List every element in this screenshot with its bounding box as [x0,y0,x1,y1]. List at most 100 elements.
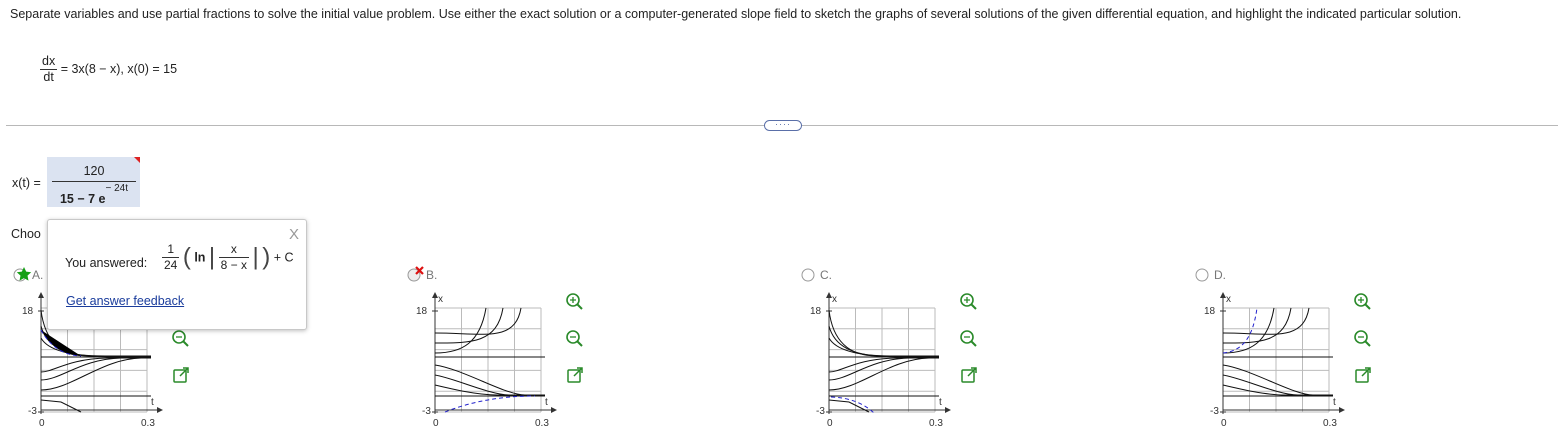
zoom-in-plus [964,297,970,303]
zoom-out-icon[interactable] [566,330,583,347]
curve-above [434,307,522,335]
zoom-out-handle [1364,340,1371,347]
zoom-in-plus [570,297,576,303]
highlighted-solution [40,329,82,357]
curve-between [828,357,939,381]
zoom-out-icon[interactable] [960,330,977,347]
option-letter: B. [426,268,437,282]
inner-numerator: x [218,242,249,258]
curve-between [434,364,545,396]
zoom-out-icon[interactable] [1354,330,1371,347]
curve-above [434,307,487,354]
zoom-out-handle [970,340,977,347]
x-axis-arrow [1339,407,1345,413]
coef-fraction: 1 24 [162,242,180,273]
submitted-expression: 1 24 ( ln | x 8 − x | ) + C [162,242,294,273]
x-tick-label-left: 0 [827,418,833,429]
popout-icon[interactable] [961,367,977,383]
x-axis-label: t [1333,397,1336,408]
answer-feedback-link[interactable]: Get answer feedback [66,294,184,308]
curve-between [1222,374,1333,396]
y-axis-label: x [832,294,837,305]
curve-between [828,357,939,391]
curve-above [1222,307,1275,354]
option-radio[interactable] [801,268,815,282]
y-tick-label-bottom: -3 [28,406,37,417]
popout-arrow [179,367,189,377]
y-tick-label-bottom: -3 [1210,406,1219,417]
zoom-in-handle [1364,303,1371,310]
y-tick-label-bottom: -3 [816,406,825,417]
inner-denominator: 8 − x [220,258,247,272]
solution-curves [1222,307,1333,397]
curve-above [434,307,504,344]
coef-numerator: 1 [162,242,180,258]
abs-left: | [208,243,216,271]
option-letter: D. [1214,268,1226,282]
zoom-in-icon[interactable] [960,293,977,310]
curve-between [1222,364,1333,396]
y-axis-arrow [38,292,44,298]
solution-curves [828,309,939,413]
y-tick-label-top: 18 [22,306,34,317]
zoom-out-handle [576,340,583,347]
popout-icon[interactable] [1355,367,1371,383]
curve-between [40,357,151,381]
x-axis-label: t [545,397,548,408]
plus-c: + C [273,250,294,265]
curve-above [828,325,939,357]
zoom-in-handle [970,303,977,310]
ln-label: ln [194,250,206,265]
popout-icon[interactable] [567,367,583,383]
x-tick-label-left: 0 [39,418,45,429]
x-axis-label: t [151,397,154,408]
zoom-in-handle [576,303,583,310]
right-paren: ) [262,243,271,271]
zoom-in-icon[interactable] [1354,293,1371,310]
x-axis-arrow [945,407,951,413]
popout-icon[interactable] [173,367,189,383]
coef-denominator: 24 [164,258,178,272]
zoom-out-icon[interactable] [172,330,189,347]
graph-option-3: 18 -30 0.3 t x D. [1195,268,1371,429]
curve-above [1222,307,1292,344]
abs-right: | [252,243,259,271]
y-axis-label: x [1226,294,1231,305]
y-axis-label: x [438,294,443,305]
zoom-out-handle [182,340,189,347]
graph-option-2: 18 -30 0.3 t x C. [801,268,977,429]
close-icon[interactable]: X [289,226,299,243]
popout-arrow [967,367,977,377]
curve-between [434,384,545,396]
curve-between [434,374,545,396]
y-tick-label-top: 18 [416,306,428,317]
option-letter: C. [820,268,832,282]
popout-arrow [573,367,583,377]
x-tick-label-right: 0.3 [929,418,943,429]
graph-option-1: 18 -30 0.3 t x B. [407,266,583,429]
curve-between [40,357,151,391]
inner-fraction: x 8 − x [218,242,249,273]
x-axis-arrow [551,407,557,413]
solution-curves [434,307,545,397]
curve-between [1222,384,1333,396]
you-answered-label: You answered: [65,256,148,270]
feedback-popup: X You answered: 1 24 ( ln | x 8 − x | ) … [47,219,307,330]
x-tick-label-left: 0 [1221,418,1227,429]
x-tick-label-right: 0.3 [1323,418,1337,429]
zoom-in-plus [1358,297,1364,303]
left-paren: ( [182,243,191,271]
y-tick-label-top: 18 [1204,306,1216,317]
x-tick-label-right: 0.3 [141,418,155,429]
curve-above [828,337,939,357]
y-tick-label-bottom: -3 [422,406,431,417]
x-axis-arrow [157,407,163,413]
x-tick-label-right: 0.3 [535,418,549,429]
option-radio[interactable] [1195,268,1209,282]
popout-arrow [1361,367,1371,377]
option-letter: A. [32,268,43,282]
y-tick-label-top: 18 [810,306,822,317]
zoom-in-icon[interactable] [566,293,583,310]
graph-options: 18-30 0.3tA.18-30 0.3txB.18-30 0.3txC.18-30… [13,266,1371,429]
curve-above [1222,307,1310,335]
